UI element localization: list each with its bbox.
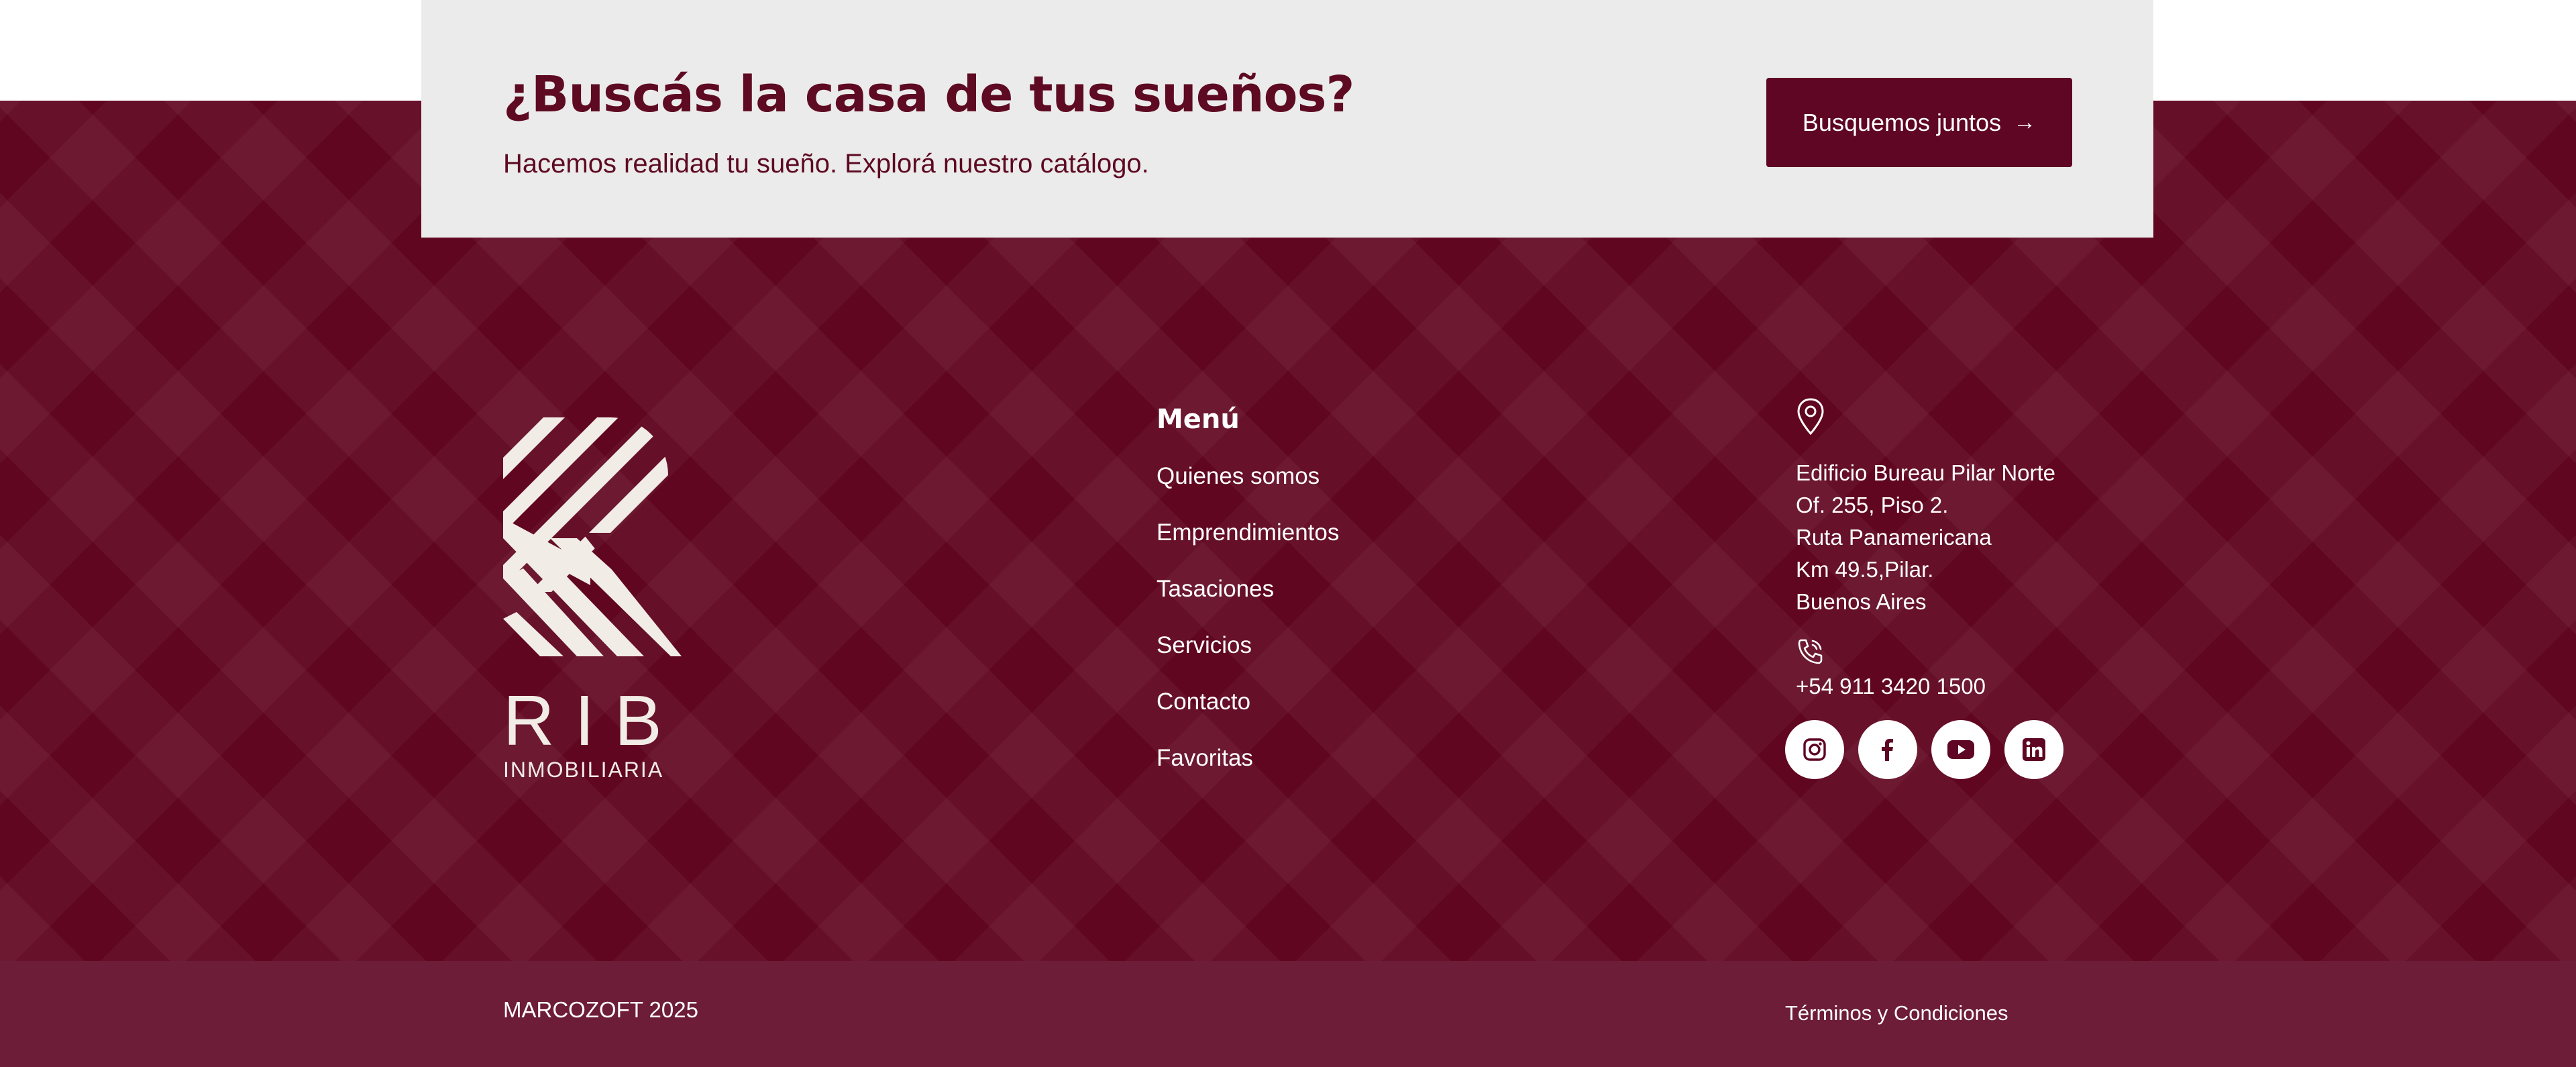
- menu-item-tasaciones[interactable]: Tasaciones: [1157, 573, 1339, 629]
- phone-icon: [1798, 639, 1823, 664]
- terms-link[interactable]: Términos y Condiciones: [1785, 1001, 2008, 1025]
- facebook-button[interactable]: [1858, 720, 1917, 779]
- address-line: Ruta Panamericana: [1796, 525, 1992, 550]
- logo-word: RIB: [503, 681, 682, 760]
- copyright: MARCOZOFT 2025: [503, 997, 698, 1022]
- facebook-icon: [1882, 739, 1893, 761]
- location-pin-icon: [1797, 398, 1824, 436]
- footer-menu: Menú Quienes somos Emprendimientos Tasac…: [1157, 404, 1339, 799]
- social-links: [1785, 720, 2063, 779]
- linkedin-button[interactable]: [2004, 720, 2063, 779]
- bottom-bar: MARCOZOFT 2025 Términos y Condiciones: [0, 961, 2576, 1067]
- menu-item-servicios[interactable]: Servicios: [1157, 629, 1339, 686]
- rib-logo[interactable]: RIB INMOBILIARIA: [503, 417, 684, 782]
- cta-subtitle: Hacemos realidad tu sueño. Explorá nuest…: [503, 149, 1149, 179]
- phone-number[interactable]: +54 911 3420 1500: [1796, 674, 2055, 699]
- instagram-button[interactable]: [1785, 720, 1844, 779]
- menu-item-contacto[interactable]: Contacto: [1157, 686, 1339, 742]
- logo-mark: [503, 417, 682, 656]
- address-line: Of. 255, Piso 2.: [1796, 493, 1949, 517]
- instagram-icon: [1803, 738, 1826, 761]
- cta-banner: ¿Buscás la casa de tus sueños? Hacemos r…: [421, 0, 2153, 238]
- search-together-button[interactable]: Busquemos juntos →: [1766, 78, 2072, 167]
- menu-item-quienes-somos[interactable]: Quienes somos: [1157, 460, 1339, 517]
- address-line: Buenos Aires: [1796, 589, 1927, 614]
- logo-subtitle: INMOBILIARIA: [503, 758, 664, 782]
- cta-title: ¿Buscás la casa de tus sueños?: [503, 66, 1354, 123]
- menu-title: Menú: [1157, 404, 1240, 435]
- youtube-button[interactable]: [1931, 720, 1990, 779]
- address-line: Edificio Bureau Pilar Norte: [1796, 460, 2056, 485]
- menu-item-emprendimientos[interactable]: Emprendimientos: [1157, 517, 1339, 573]
- arrow-right-icon: →: [2013, 109, 2037, 135]
- menu-item-favoritas[interactable]: Favoritas: [1157, 742, 1339, 799]
- youtube-icon: [1947, 740, 1974, 759]
- address-line: Km 49.5,Pilar.: [1796, 557, 1934, 582]
- cta-button-label: Busquemos juntos: [1802, 108, 2002, 136]
- linkedin-icon: [2023, 738, 2045, 761]
- contact-info: Edificio Bureau Pilar Norte Of. 255, Pis…: [1796, 397, 2055, 699]
